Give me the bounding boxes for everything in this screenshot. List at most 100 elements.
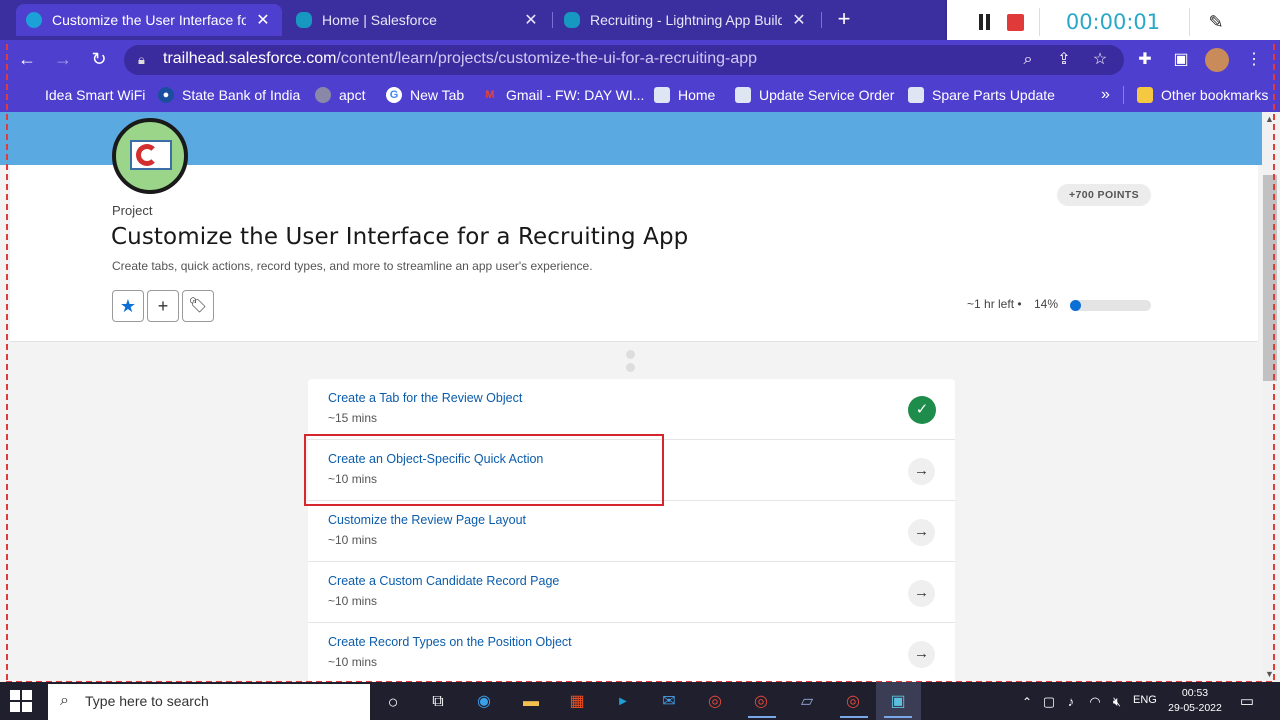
url-host: trailhead.salesforce.com (163, 50, 337, 67)
notes-app-icon[interactable]: ▱ (792, 688, 822, 716)
step-item[interactable]: Create a Custom Candidate Record Page ~1… (308, 562, 955, 623)
notification-icon[interactable]: ▭ (1232, 688, 1262, 716)
new-tab-button[interactable]: + (832, 6, 856, 34)
step-item[interactable]: Create a Tab for the Review Object ~15 m… (308, 379, 955, 440)
step-title-link[interactable]: Create a Custom Candidate Record Page (328, 574, 559, 588)
add-to-trailmix-button[interactable]: + (147, 290, 179, 322)
clock-time: 00:53 (1181, 687, 1209, 699)
chrome-icon[interactable]: ◎ (700, 688, 730, 716)
progress-bar (1070, 300, 1151, 311)
bookmark-label: Other bookmarks (1161, 87, 1269, 103)
close-tab-icon[interactable]: ✕ (522, 10, 540, 30)
bookmark-new-tab[interactable]: G New Tab (386, 84, 464, 106)
points-badge: +700 POINTS (1057, 184, 1151, 206)
step-item[interactable]: Create Record Types on the Position Obje… (308, 623, 955, 682)
recording-timer: 00:00:01 (1065, 10, 1161, 34)
edge-icon[interactable]: ◉ (469, 688, 499, 716)
stop-recording-button[interactable] (1007, 14, 1024, 31)
bookmark-gmail[interactable]: M Gmail - FW: DAY WI... (482, 84, 644, 106)
annotation-highlight-box (304, 434, 664, 506)
divider (1189, 8, 1190, 36)
timeline-dot (626, 350, 635, 359)
back-button[interactable]: ← (14, 46, 40, 72)
tab-title: Customize the User Interface for (52, 12, 246, 28)
page-icon (654, 87, 670, 103)
bookmark-sbi[interactable]: ● State Bank of India (158, 84, 300, 106)
more-bookmarks-button[interactable]: » (1101, 84, 1110, 106)
recording-region-border (6, 44, 8, 682)
side-panel-icon[interactable]: ▣ (1170, 49, 1192, 71)
step-title-link[interactable]: Create Record Types on the Position Obje… (328, 635, 572, 649)
share-icon[interactable]: ⇪ (1053, 49, 1075, 71)
tab-home-salesforce[interactable]: Home | Salesforce ✕ (286, 4, 550, 36)
running-indicator (884, 716, 912, 718)
step-duration: ~10 mins (328, 655, 378, 669)
arrow-right-icon[interactable]: → (908, 458, 935, 485)
profile-avatar[interactable] (1205, 48, 1229, 72)
screen-recorder-icon[interactable]: ▣ (883, 688, 913, 716)
task-view-icon[interactable]: ⧉ (423, 688, 453, 716)
language-indicator[interactable]: ENG (1133, 694, 1157, 706)
tab-trailhead[interactable]: Customize the User Interface for ✕ (16, 4, 282, 36)
cortana-icon[interactable]: ○ (378, 688, 408, 716)
salesforce-cloud-icon (564, 12, 580, 28)
step-list: Create a Tab for the Review Object ~15 m… (308, 379, 955, 682)
bookmark-idea-smart-wifi[interactable]: Idea Smart WiFi (45, 84, 145, 106)
zoom-search-icon[interactable]: ⌕ (1017, 49, 1039, 71)
bookmark-label: Home (678, 87, 716, 103)
clock[interactable]: 00:53 29-05-2022 (1166, 686, 1224, 716)
bookmark-label: apct (339, 87, 366, 103)
arrow-right-icon[interactable]: → (908, 519, 935, 546)
bookmark-apct[interactable]: apct (315, 84, 365, 106)
chrome-profile-icon[interactable]: ◎ (746, 688, 776, 716)
bookmark-update-service-order[interactable]: Update Service Order (735, 84, 894, 106)
arrow-right-icon[interactable]: → (908, 641, 935, 668)
chrome-active-icon[interactable]: ◎ (838, 688, 868, 716)
close-tab-icon[interactable]: ✕ (254, 10, 272, 30)
url-path: /content/learn/projects/customize-the-ui… (336, 50, 758, 67)
pause-icon[interactable] (977, 14, 991, 30)
tab-recruiting-app-builder[interactable]: Recruiting - Lightning App Builde ✕ (554, 4, 818, 36)
step-item[interactable]: Customize the Review Page Layout ~10 min… (308, 501, 955, 562)
prime-video-icon[interactable]: ▶ (608, 688, 638, 716)
bookmark-label: Gmail - FW: DAY WI... (506, 87, 645, 103)
url-text[interactable]: trailhead.salesforce.com/content/learn/p… (163, 50, 757, 70)
lock-icon[interactable]: 🔒︎ (138, 52, 152, 68)
search-placeholder: Type here to search (85, 693, 209, 709)
speaker-muted-icon[interactable]: 🔇︎ (1102, 688, 1132, 716)
chrome-menu-icon[interactable]: ⋮ (1243, 49, 1265, 71)
tab-separator (821, 12, 822, 28)
page-title: Customize the User Interface for a Recru… (111, 224, 689, 250)
extensions-puzzle-icon[interactable]: ✚ (1134, 49, 1156, 71)
recording-region-border (1273, 44, 1275, 682)
windows-start-icon[interactable] (10, 690, 32, 712)
trailhead-favicon-icon (26, 12, 42, 28)
microsoft-store-icon[interactable]: ▦ (562, 688, 592, 716)
tag-button[interactable]: 🏷︎ (182, 290, 214, 322)
salesforce-cloud-icon (296, 12, 312, 28)
other-bookmarks[interactable]: Other bookmarks (1137, 84, 1268, 106)
step-title-link[interactable]: Create a Tab for the Review Object (328, 391, 522, 405)
file-explorer-icon[interactable]: ▬ (516, 688, 546, 716)
running-indicator (748, 716, 776, 718)
bookmark-label: Spare Parts Update (932, 87, 1055, 103)
step-title-link[interactable]: Customize the Review Page Layout (328, 513, 526, 527)
step-duration: ~10 mins (328, 594, 378, 608)
project-magnet-icon (112, 118, 188, 194)
project-description: Create tabs, quick actions, record types… (112, 259, 593, 273)
clock-date: 29-05-2022 (1168, 702, 1222, 714)
bookmark-home[interactable]: Home (654, 84, 715, 106)
mail-icon[interactable]: ✉ (654, 688, 684, 716)
tab-separator (552, 12, 553, 28)
completed-check-icon: ✓ (908, 396, 936, 424)
arrow-right-icon[interactable]: → (908, 580, 935, 607)
bookmark-star-icon[interactable]: ☆ (1089, 49, 1111, 71)
bookmark-spare-parts-update[interactable]: Spare Parts Update (908, 84, 1055, 106)
forward-button[interactable]: → (50, 46, 76, 72)
favorite-star-button[interactable]: ★ (112, 290, 144, 322)
reload-button[interactable]: ↻ (86, 46, 112, 72)
close-tab-icon[interactable]: ✕ (790, 10, 808, 30)
page-viewport: Project Customize the User Interface for… (0, 112, 1262, 682)
bookmark-label: New Tab (410, 87, 465, 103)
pen-icon[interactable]: ✎ (1205, 12, 1227, 34)
